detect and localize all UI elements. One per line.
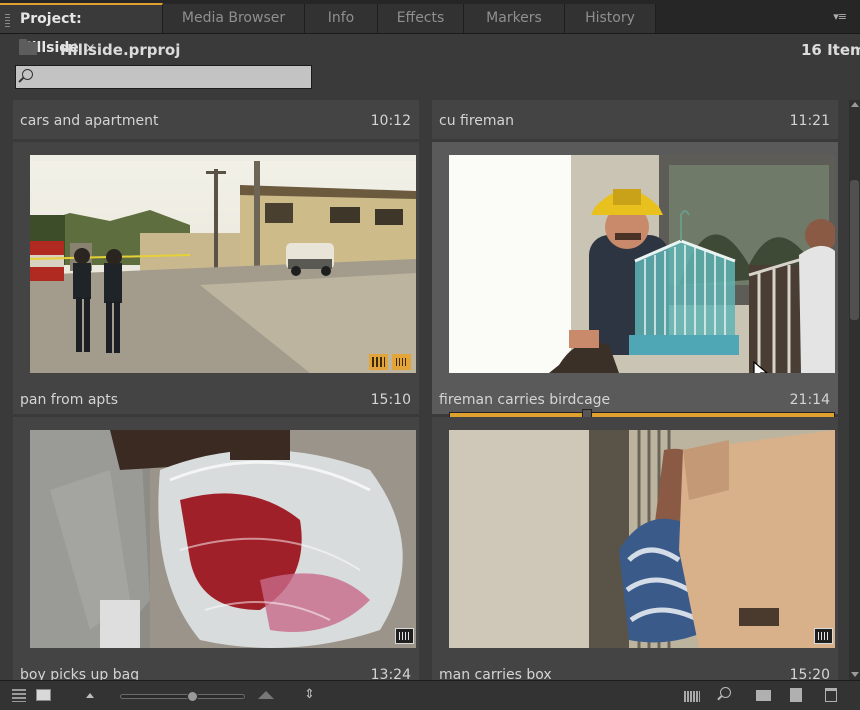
clip-label-bar: cu fireman 11:21 [432,104,838,140]
clip-name: cu fireman [439,113,514,129]
tab-label: Effects [396,10,445,26]
tab-project-hillside[interactable]: Project: Hillside × [0,3,163,56]
search-icon [22,69,33,80]
clip-label-bar: man carries box 15:20 [432,658,838,680]
clip-duration: 11:21 [789,113,830,129]
clip-name: boy picks up bag [20,667,140,680]
clip-thumbnail[interactable] [30,430,416,648]
clip-cell[interactable]: man carries box 15:20 [432,417,838,680]
panel-menu-icon[interactable]: ▾≡ [833,10,847,23]
clip-name: man carries box [439,667,552,680]
tab-info[interactable]: Info [305,4,378,33]
clip-name: cars and apartment [20,113,159,129]
panel-tab-bar: Project: Hillside × Media Browser Info Ef… [0,0,860,56]
clip-label-bar: pan from apts 15:10 [13,383,419,419]
clip-cell[interactable]: cars and apartment 10:12 [13,100,419,139]
tab-history[interactable]: History [565,4,656,33]
clip-duration: 21:14 [789,392,830,408]
new-bin-icon[interactable] [756,690,771,701]
zoom-slider[interactable] [120,691,245,702]
tab-label: Info [327,10,355,26]
new-item-icon[interactable] [790,688,802,702]
clip-label-bar: cars and apartment 10:12 [13,104,419,140]
project-file-name: Hillside.prproj [60,41,181,59]
thumbnail-man-box [449,430,835,648]
trash-icon[interactable] [825,688,837,702]
zoom-slider-thumb[interactable] [187,691,198,702]
clip-label-bar: fireman carries birdcage 21:14 [432,383,838,419]
tab-label: History [585,10,635,26]
video-audio-badge-icon [369,354,388,370]
clip-duration: 15:20 [789,667,830,680]
clip-cell[interactable]: boy picks up bag 13:24 [13,417,419,680]
clip-thumbnail[interactable] [449,155,835,373]
tab-media-browser[interactable]: Media Browser [163,4,305,33]
list-view-icon[interactable] [12,689,26,702]
tab-label: Markers [486,10,542,26]
audio-badge-icon [395,628,414,644]
project-folder-icon [19,39,37,55]
vertical-scrollbar[interactable] [849,100,860,680]
sort-icons-icon[interactable]: ⇕ [304,687,315,703]
clip-duration: 15:10 [370,392,411,408]
scroll-down-arrow-icon[interactable] [851,672,859,677]
automate-to-sequence-icon[interactable] [684,691,700,702]
clip-thumbnail[interactable] [30,155,416,373]
thumbnail-boy-bag [30,430,416,648]
tab-markers[interactable]: Markers [464,4,565,33]
zoom-in-icon[interactable] [258,691,274,699]
clip-name: pan from apts [20,392,119,408]
clip-thumbnail[interactable] [449,430,835,648]
scrollbar-thumb[interactable] [850,180,859,320]
project-panel: Project: Hillside × Media Browser Info Ef… [0,0,860,710]
audio-badge-icon [392,354,411,370]
item-count: 16 Items [801,41,860,59]
clip-cell[interactable]: pan from apts 15:10 [13,142,419,414]
thumbnail-street-scene [30,155,416,373]
clip-cell[interactable]: cu fireman 11:21 [432,100,838,139]
icon-view-icon[interactable] [36,689,51,701]
clip-duration: 10:12 [370,113,411,129]
thumbnail-fireman-birdcage [449,155,835,373]
tab-label: Media Browser [181,10,286,26]
clip-cell-selected[interactable]: fireman carries birdcage 21:14 [432,142,838,423]
clip-name: fireman carries birdcage [439,392,611,408]
clip-duration: 13:24 [370,667,411,680]
scroll-up-arrow-icon[interactable] [851,102,859,107]
mouse-cursor-icon [753,361,768,373]
clip-grid: cars and apartment 10:12 cu fireman 11:2… [13,100,848,680]
panel-grip-icon[interactable] [5,14,10,28]
tab-effects[interactable]: Effects [378,4,464,33]
clip-label-bar: boy picks up bag 13:24 [13,658,419,680]
bottom-toolbar: ⇕ [0,680,860,710]
audio-badge-icon [814,628,833,644]
search-input[interactable] [15,65,312,89]
zoom-out-icon[interactable] [86,693,94,698]
find-icon[interactable] [720,687,731,698]
